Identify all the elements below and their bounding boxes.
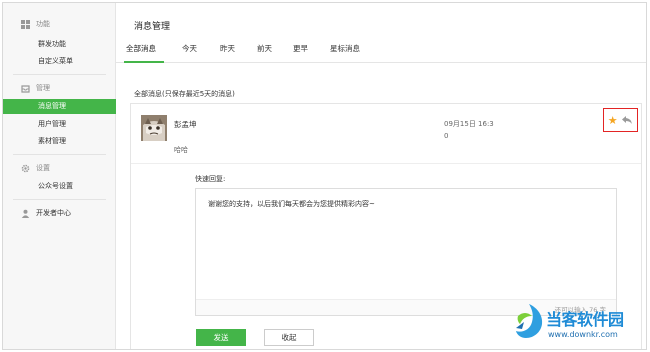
sidebar-divider	[13, 74, 106, 75]
message-time-line2: 0	[444, 132, 449, 140]
tab-yesterday[interactable]: 昨天	[220, 43, 235, 54]
sidebar-divider	[13, 199, 106, 200]
avatar[interactable]	[141, 115, 167, 141]
person-icon	[21, 209, 30, 218]
sidebar-group-label: 设置	[36, 164, 50, 172]
watermark: 当客软件园 www.downkr.com	[508, 300, 648, 350]
inbox-icon	[21, 84, 30, 93]
watermark-url: www.downkr.com	[548, 330, 618, 339]
sidebar-item-developer-center[interactable]: 开发者中心	[21, 208, 71, 218]
main-content: 消息管理 全部消息 今天 昨天 前天 更早 星标消息 全部消息(只保存最近5天的…	[116, 3, 646, 349]
collapse-button[interactable]: 收起	[264, 329, 314, 346]
tab-all-messages[interactable]: 全部消息	[126, 43, 156, 54]
send-button[interactable]: 发送	[196, 329, 246, 346]
sidebar-group-label: 管理	[36, 84, 50, 92]
section-label: 全部消息(只保存最近5天的消息)	[134, 90, 235, 98]
quick-reply-label: 快速回复:	[195, 175, 226, 183]
sidebar-group-settings: 设置	[21, 163, 50, 173]
message-text: 哈哈	[174, 146, 188, 154]
sidebar-item-user-manage[interactable]: 用户管理	[3, 117, 116, 132]
message-sender[interactable]: 彭孟坤	[174, 119, 197, 130]
sidebar-item-material-manage[interactable]: 素材管理	[3, 134, 116, 149]
active-tab-indicator	[124, 61, 164, 63]
sidebar-group-label: 开发者中心	[36, 209, 71, 217]
sidebar-item-account-settings[interactable]: 公众号设置	[3, 179, 116, 194]
sidebar-item-mass-send[interactable]: 群发功能	[3, 37, 116, 52]
tab-earlier[interactable]: 更早	[293, 43, 308, 54]
tab-starred[interactable]: 星标消息	[330, 43, 360, 54]
reply-icon[interactable]	[621, 115, 633, 125]
tab-today[interactable]: 今天	[182, 43, 197, 54]
message-time: 09月15日 16:3 0	[444, 118, 504, 142]
sidebar: 功能 群发功能 自定义菜单 管理 消息管理 用户管理 素材管理 设置 公众号设置	[3, 3, 116, 349]
sidebar-item-custom-menu[interactable]: 自定义菜单	[3, 54, 116, 69]
tab-bar: 全部消息 今天 昨天 前天 更早 星标消息	[116, 39, 646, 63]
grid-icon	[21, 19, 30, 29]
star-icon[interactable]: ★	[608, 115, 618, 126]
quick-reply-text: 谢谢您的支持，以后我们每天都会为您提供精彩内容~	[208, 200, 375, 208]
sidebar-item-message-manage[interactable]: 消息管理	[3, 99, 116, 114]
sidebar-group-features: 功能	[21, 19, 50, 29]
message-time-line1: 09月15日 16:3	[444, 120, 494, 128]
sidebar-divider	[13, 154, 106, 155]
sidebar-group-manage: 管理	[21, 83, 50, 93]
gear-icon	[21, 164, 30, 173]
app-window: 功能 群发功能 自定义菜单 管理 消息管理 用户管理 素材管理 设置 公众号设置	[2, 2, 647, 350]
tab-day-before[interactable]: 前天	[257, 43, 272, 54]
sidebar-group-label: 功能	[36, 20, 50, 28]
quick-reply-textarea[interactable]: 谢谢您的支持，以后我们每天都会为您提供精彩内容~ 还可以输入 76 字	[195, 188, 617, 316]
watermark-logo-icon	[512, 302, 546, 340]
watermark-title: 当客软件园	[546, 310, 624, 329]
page-title: 消息管理	[134, 22, 171, 32]
message-actions-highlight: ★	[603, 108, 638, 132]
message-row: 彭孟坤 哈哈 09月15日 16:3 0 ★	[131, 104, 641, 164]
